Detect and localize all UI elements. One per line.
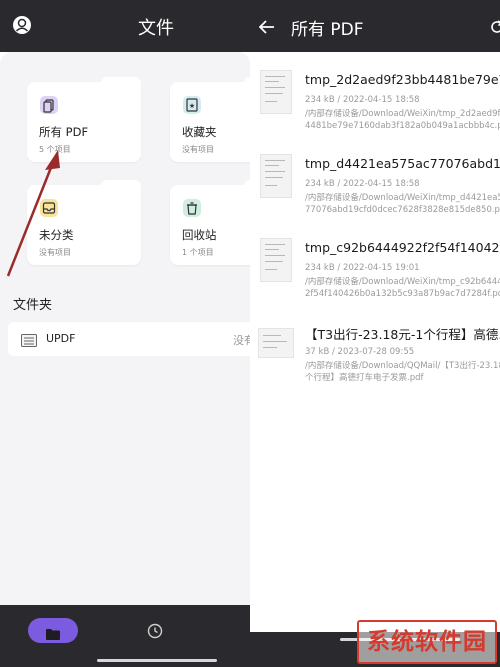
tab-recent[interactable]: [147, 623, 163, 639]
file-meta: 234 kB / 2022-04-15 18:58: [305, 179, 420, 189]
back-arrow-icon[interactable]: [258, 19, 275, 34]
file-meta: 37 kB / 2023-07-28 09:55: [305, 347, 415, 357]
file-item[interactable]: 【T3出行-23.18元-1个行程】高德... 37 kB / 2023-07-…: [250, 314, 500, 398]
file-name: tmp_2d2aed9f23bb4481be79e71...: [305, 72, 500, 87]
file-name: tmp_c92b6444922f2f54f140426...: [305, 240, 500, 255]
file-item[interactable]: tmp_c92b6444922f2f54f140426... 234 kB / …: [250, 230, 500, 314]
folder-name: UPDF: [46, 332, 76, 345]
page-title: 所有 PDF: [291, 20, 364, 40]
pdf-thumbnail: [258, 328, 294, 358]
folder-tab-icon: [46, 625, 60, 640]
right-header: 所有 PDF: [250, 0, 500, 52]
folder-icon: [21, 332, 37, 347]
file-path: /内部存储设备/Download/WeiXin/tmp_c92b6444922f…: [305, 277, 500, 299]
refresh-icon[interactable]: [490, 19, 500, 33]
watermark: 系统软件园: [357, 620, 497, 664]
file-item[interactable]: tmp_d4421ea575ac77076abd19c... 234 kB / …: [250, 146, 500, 230]
home-indicator: [97, 659, 217, 662]
pdf-thumbnail: [260, 154, 292, 198]
pdf-thumbnail: [260, 70, 292, 114]
file-path: /内部存储设备/Download/WeiXin/tmp_d4421ea575ac…: [305, 193, 500, 215]
folder-row-updf[interactable]: UPDF 没有: [8, 322, 258, 356]
tab-files[interactable]: [28, 618, 78, 643]
file-name: 【T3出行-23.18元-1个行程】高德...: [305, 327, 500, 342]
file-path: /内部存储设备/Download/WeiXin/tmp_2d2aed9f23bb…: [305, 109, 500, 131]
file-name: tmp_d4421ea575ac77076abd19c...: [305, 156, 500, 171]
clock-icon: [147, 623, 163, 643]
file-item[interactable]: tmp_2d2aed9f23bb4481be79e71... 234 kB / …: [250, 62, 500, 146]
pdf-thumbnail: [260, 238, 292, 282]
file-path: /内部存储设备/Download/QQMail/【T3出行-23.18元-1 个…: [305, 361, 500, 383]
file-meta: 234 kB / 2022-04-15 18:58: [305, 95, 420, 105]
file-meta: 234 kB / 2022-04-15 19:01: [305, 263, 420, 273]
annotation-arrow: [6, 150, 60, 277]
bottom-nav: [0, 605, 250, 667]
